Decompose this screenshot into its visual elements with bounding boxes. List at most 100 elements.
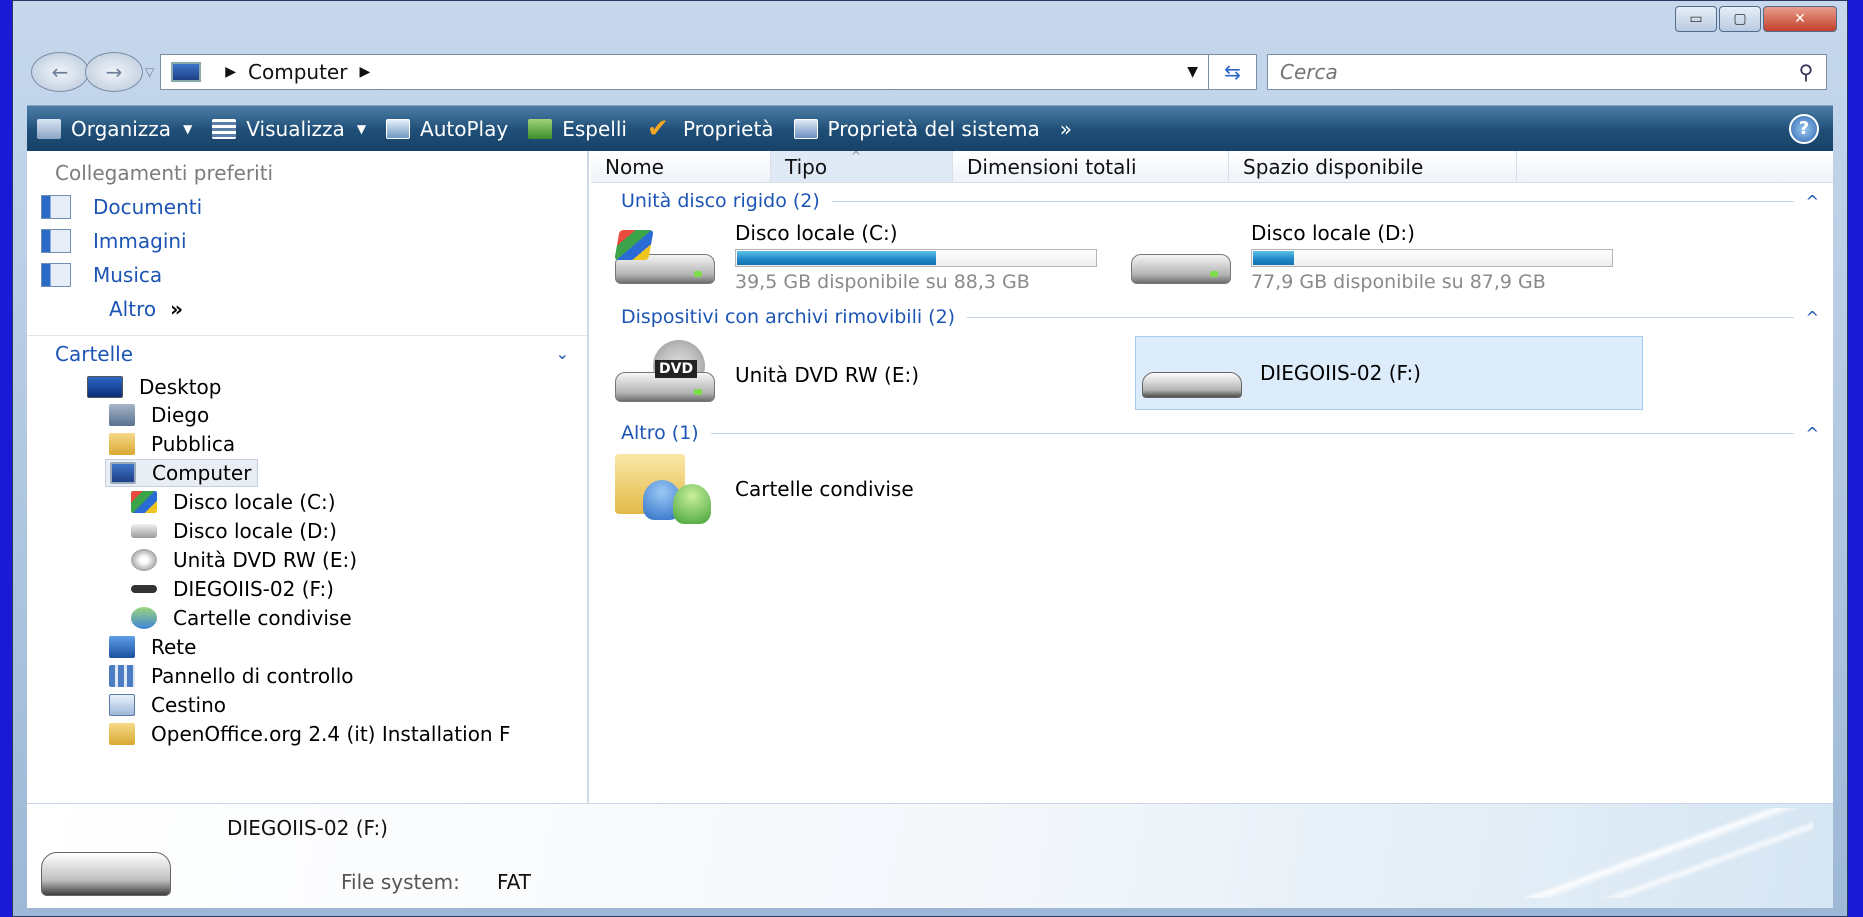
drive-item-d[interactable]: Disco locale (D:) 77,9 GB disponibile su… [1127,221,1613,293]
search-icon[interactable]: ⚲ [1786,60,1826,84]
tree-item-disk-c[interactable]: Disco locale (C:) [131,488,336,516]
back-button[interactable]: ← [31,52,89,92]
autoplay-icon [386,118,411,139]
drive-name: Unità DVD RW (E:) [735,363,920,387]
tree-item-usb-f[interactable]: DIEGOIIS-02 (F:) [131,575,334,603]
music-icon [41,263,71,287]
group-header-other[interactable]: Altro (1) ^ [621,421,1819,445]
hard-drive-shape [1131,254,1231,284]
tree-item-desktop[interactable]: Desktop [87,373,221,401]
group-header-hard-drives[interactable]: Unità disco rigido (2) ^ [621,189,1819,213]
tree-item-pubblica[interactable]: Pubblica [109,430,235,458]
more-commands-button[interactable]: » [1050,106,1082,151]
usage-bar [1251,249,1613,267]
view-button[interactable]: Visualizza ▼ [202,106,376,151]
eject-button[interactable]: Espelli [518,106,637,151]
maximize-button[interactable]: ▢ [1719,6,1761,32]
system-properties-button[interactable]: Proprietà del sistema [784,106,1050,151]
free-space-text: 39,5 GB disponibile su 88,3 GB [735,271,1030,293]
favorites-more-link[interactable]: Altro » [109,297,183,321]
window-controls: ▭ ▢ ✕ [1673,6,1837,32]
tree-item-label: Pannello di controllo [151,664,354,688]
breadcrumb-separator-icon[interactable]: ▶ [225,64,236,80]
forward-arrow-icon: → [105,60,123,84]
network-icon [109,636,135,658]
refresh-button[interactable]: ⇆ [1209,54,1257,90]
system-properties-label: Proprietà del sistema [827,116,1040,141]
folder-icon [109,433,135,455]
shared-folders-item[interactable]: Cartelle condivise [611,451,914,527]
collapse-group-icon[interactable]: ^ [1806,424,1819,443]
item-name: Cartelle condivise [735,477,914,501]
recycle-bin-icon [109,694,135,716]
organize-icon [37,118,61,139]
close-button[interactable]: ✕ [1763,6,1837,32]
tree-item-label: Disco locale (D:) [173,519,337,543]
organize-button[interactable]: Organizza ▼ [27,106,202,151]
group-header-removable[interactable]: Dispositivi con archivi rimovibili (2) ^ [621,305,1819,329]
tree-item-openoffice[interactable]: OpenOffice.org 2.4 (it) Installation F [109,720,510,748]
folders-header[interactable]: Cartelle ⌄ [27,335,587,371]
tree-item-dvd-e[interactable]: Unità DVD RW (E:) [131,546,357,574]
column-header-free-space[interactable]: Spazio disponibile [1229,151,1517,182]
tree-item-control-panel[interactable]: Pannello di controllo [109,662,354,690]
tree-item-diego[interactable]: Diego [109,401,209,429]
favorite-label: Immagini [93,229,187,253]
desktop-icon [87,376,123,398]
breadcrumb-separator-icon[interactable]: ▶ [359,64,370,80]
autoplay-button[interactable]: AutoPlay [376,106,518,151]
tree-item-computer[interactable]: Computer [105,459,259,487]
collapse-group-icon[interactable]: ^ [1806,308,1819,327]
documents-icon [41,195,71,219]
drive-item-c[interactable]: Disco locale (C:) 39,5 GB disponibile su… [611,221,1097,293]
user-icon [673,484,711,524]
drive-icon [131,524,157,538]
favorite-pictures[interactable]: Immagini [41,229,187,253]
column-header-total-size[interactable]: Dimensioni totali [953,151,1229,182]
group-divider [710,432,1794,434]
folders-title: Cartelle [55,341,134,366]
help-button[interactable]: ? [1789,113,1819,144]
address-dropdown-button[interactable]: ▼ [1187,64,1198,80]
search-input[interactable] [1280,60,1786,84]
tree-item-disk-d[interactable]: Disco locale (D:) [131,517,337,545]
favorite-music[interactable]: Musica [41,263,162,287]
drive-info: Disco locale (C:) 39,5 GB disponibile su… [735,221,1097,293]
content-area: Collegamenti preferiti Documenti Immagin… [27,149,1833,803]
column-header-name[interactable]: Nome [591,151,771,182]
breadcrumb-computer[interactable]: Computer [248,60,347,84]
file-system-label: File system: [341,870,460,894]
eject-icon [528,118,553,139]
windows-logo-icon [614,230,654,260]
system-drive-icon [611,222,721,292]
tree-item-label: Diego [151,403,210,427]
tree-item-label: Rete [151,635,197,659]
drive-item-usb-f[interactable]: DIEGOIIS-02 (F:) [1135,336,1643,410]
pictures-icon [41,229,71,253]
address-bar[interactable]: ▶ Computer ▶ ▼ [160,54,1209,90]
selected-item-name: DIEGOIIS-02 (F:) [227,816,388,840]
chevron-down-icon[interactable]: ⌄ [556,344,569,363]
usage-bar-fill [1253,251,1295,265]
eject-label: Espelli [562,116,627,141]
recent-pages-dropdown[interactable]: ▽ [145,65,154,79]
collapse-group-icon[interactable]: ^ [1806,192,1819,211]
drive-icon [1127,222,1237,292]
tree-item-label: DIEGOIIS-02 (F:) [173,577,334,601]
control-panel-icon [109,665,135,687]
column-header-type[interactable]: ^ Tipo [771,149,953,182]
tree-item-label: Pubblica [151,432,236,456]
tree-item-label: OpenOffice.org 2.4 (it) Installation F [151,722,511,746]
column-headers: Nome ^ Tipo Dimensioni totali Spazio dis… [591,149,1833,183]
favorite-documents[interactable]: Documenti [41,195,202,219]
tree-item-shared-folders[interactable]: Cartelle condivise [131,604,352,632]
tree-item-network[interactable]: Rete [109,633,196,661]
system-properties-icon [793,118,818,139]
file-list-pane: Nome ^ Tipo Dimensioni totali Spazio dis… [591,149,1833,803]
minimize-button[interactable]: ▭ [1675,6,1717,32]
forward-button[interactable]: → [85,52,143,92]
properties-button[interactable]: ✔ Proprietà [637,106,784,151]
tree-item-recycle-bin[interactable]: Cestino [109,691,226,719]
drive-item-dvd-e[interactable]: DVD Unità DVD RW (E:) [611,337,919,413]
details-pane: DIEGOIIS-02 (F:) File system: FAT [27,803,1833,908]
